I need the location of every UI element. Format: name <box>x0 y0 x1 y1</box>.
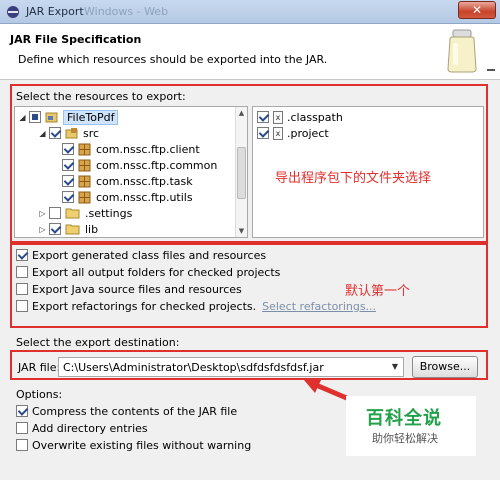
jar-file-label: JAR file: <box>18 361 61 374</box>
folder-icon <box>65 208 80 219</box>
eclipse-icon <box>7 6 19 18</box>
option-label: Export all output folders for checked pr… <box>32 265 281 279</box>
export-java-source-checkbox[interactable] <box>16 283 28 295</box>
ghost-window-title: Windows - Web <box>84 5 169 18</box>
xml-file-icon: x <box>273 126 283 140</box>
file-label: .project <box>287 126 329 140</box>
jar-icon <box>447 29 477 73</box>
source-folder-icon <box>65 127 78 138</box>
tree-item-label: lib <box>85 222 99 236</box>
package-icon <box>78 159 91 171</box>
tree-item-label: FileToPdf <box>63 109 119 125</box>
overwrite-checkbox[interactable] <box>16 439 28 451</box>
file-item[interactable]: x .classpath <box>257 109 343 125</box>
folder-selection-note: 导出程序包下的文件夹选择 <box>275 171 432 186</box>
wizard-header: JAR File Specification Define which reso… <box>0 24 500 80</box>
expand-icon[interactable]: ▷ <box>38 209 47 218</box>
expand-icon[interactable]: ▷ <box>38 225 47 234</box>
destination-label: Select the export destination: <box>16 336 180 349</box>
tree-item-package[interactable]: com.nssc.ftp.task <box>62 173 193 189</box>
jar-file-path: C:\Users\Administrator\Desktop\sdfdsfdsf… <box>63 360 324 374</box>
watermark-title: 百科全说 <box>366 408 442 429</box>
compress-checkbox[interactable] <box>16 405 28 417</box>
option-directory-entries[interactable]: Add directory entries <box>16 420 148 436</box>
tree-item-label: src <box>83 126 100 140</box>
close-button[interactable]: ✕ <box>458 1 496 19</box>
scroll-up-icon[interactable]: ▲ <box>236 107 247 119</box>
page-title: JAR File Specification <box>10 33 142 46</box>
package-icon <box>78 143 91 155</box>
option-export-output-folders[interactable]: Export all output folders for checked pr… <box>16 264 280 280</box>
export-refactorings-checkbox[interactable] <box>16 300 28 312</box>
tree-item-package[interactable]: com.nssc.ftp.client <box>62 141 200 157</box>
folder-icon <box>65 224 80 235</box>
title-bar: JAR Export Windows - Web ✕ <box>0 0 500 24</box>
page-description: Define which resources should be exporte… <box>18 53 328 66</box>
settings-checkbox[interactable] <box>49 207 61 219</box>
tree-item-label: com.nssc.ftp.utils <box>96 190 193 204</box>
watermark: 百科全说 助你轻松解决 <box>346 396 476 456</box>
package-icon <box>78 175 91 187</box>
export-output-folders-checkbox[interactable] <box>16 266 28 278</box>
java-project-icon <box>45 112 58 122</box>
export-class-files-checkbox[interactable] <box>16 249 28 261</box>
package-icon <box>78 191 91 203</box>
option-export-refactorings[interactable]: Export refactorings for checked projects… <box>16 298 376 314</box>
option-overwrite[interactable]: Overwrite existing files without warning <box>16 437 251 453</box>
tree-item-label: com.nssc.ftp.task <box>96 174 193 188</box>
file-item[interactable]: x .project <box>257 125 329 141</box>
resources-label: Select the resources to export: <box>16 90 186 103</box>
dropdown-icon[interactable]: ▼ <box>387 358 403 376</box>
tree-item-project[interactable]: ◢ FileToPdf <box>18 109 119 125</box>
minimize-header-icon[interactable] <box>486 64 496 72</box>
jar-file-path-combo[interactable]: C:\Users\Administrator\Desktop\sdfdsfdsf… <box>58 357 404 377</box>
file-label: .classpath <box>287 110 343 124</box>
option-label: Export Java source files and resources <box>32 282 242 296</box>
tree-item-src[interactable]: ◢ src <box>38 125 99 141</box>
close-icon: ✕ <box>471 3 483 17</box>
option-label: Overwrite existing files without warning <box>32 438 252 452</box>
package-checkbox[interactable] <box>62 159 74 171</box>
tree-item-label: com.nssc.ftp.client <box>96 142 200 156</box>
lib-checkbox[interactable] <box>49 223 61 235</box>
file-checkbox[interactable] <box>257 111 269 123</box>
select-refactorings-link[interactable]: Select refactorings... <box>262 300 376 313</box>
window-title: JAR Export <box>26 5 84 18</box>
collapse-icon[interactable]: ◢ <box>38 129 47 138</box>
option-export-java-source[interactable]: Export Java source files and resources <box>16 281 242 297</box>
xml-file-icon: x <box>273 110 283 124</box>
option-export-class-files[interactable]: Export generated class files and resourc… <box>16 247 266 263</box>
option-label: Compress the contents of the JAR file <box>32 404 238 418</box>
option-label: Export refactorings for checked projects… <box>32 299 257 313</box>
src-checkbox[interactable] <box>49 127 61 139</box>
collapse-icon[interactable]: ◢ <box>18 113 27 122</box>
option-label: Add directory entries <box>32 421 148 435</box>
package-checkbox[interactable] <box>62 175 74 187</box>
tree-scrollbar[interactable]: ▲ ▼ <box>235 107 247 237</box>
default-first-note: 默认第一个 <box>345 284 411 299</box>
options-label: Options: <box>16 388 63 401</box>
option-label: Export generated class files and resourc… <box>32 248 267 262</box>
tree-item-settings[interactable]: ▷ .settings <box>38 205 132 221</box>
package-checkbox[interactable] <box>62 143 74 155</box>
watermark-subtitle: 助你轻松解决 <box>372 432 438 445</box>
resource-files-list[interactable]: x .classpath x .project 导出程序包下的文件夹选择 <box>252 106 484 238</box>
tree-item-label: com.nssc.ftp.common <box>96 158 218 172</box>
tree-item-package[interactable]: com.nssc.ftp.utils <box>62 189 193 205</box>
tree-item-package[interactable]: com.nssc.ftp.common <box>62 157 217 173</box>
file-checkbox[interactable] <box>257 127 269 139</box>
scroll-thumb[interactable] <box>237 147 246 199</box>
tree-item-lib[interactable]: ▷ lib <box>38 221 98 237</box>
option-compress[interactable]: Compress the contents of the JAR file <box>16 403 237 419</box>
package-checkbox[interactable] <box>62 191 74 203</box>
scroll-down-icon[interactable]: ▼ <box>236 225 247 237</box>
resource-tree[interactable]: ◢ FileToPdf ◢ src com.nssc.ftp.client co… <box>14 106 248 238</box>
project-checkbox[interactable] <box>29 111 41 123</box>
browse-button[interactable]: Browse... <box>412 356 478 378</box>
directory-entries-checkbox[interactable] <box>16 422 28 434</box>
tree-item-label: .settings <box>85 206 133 220</box>
